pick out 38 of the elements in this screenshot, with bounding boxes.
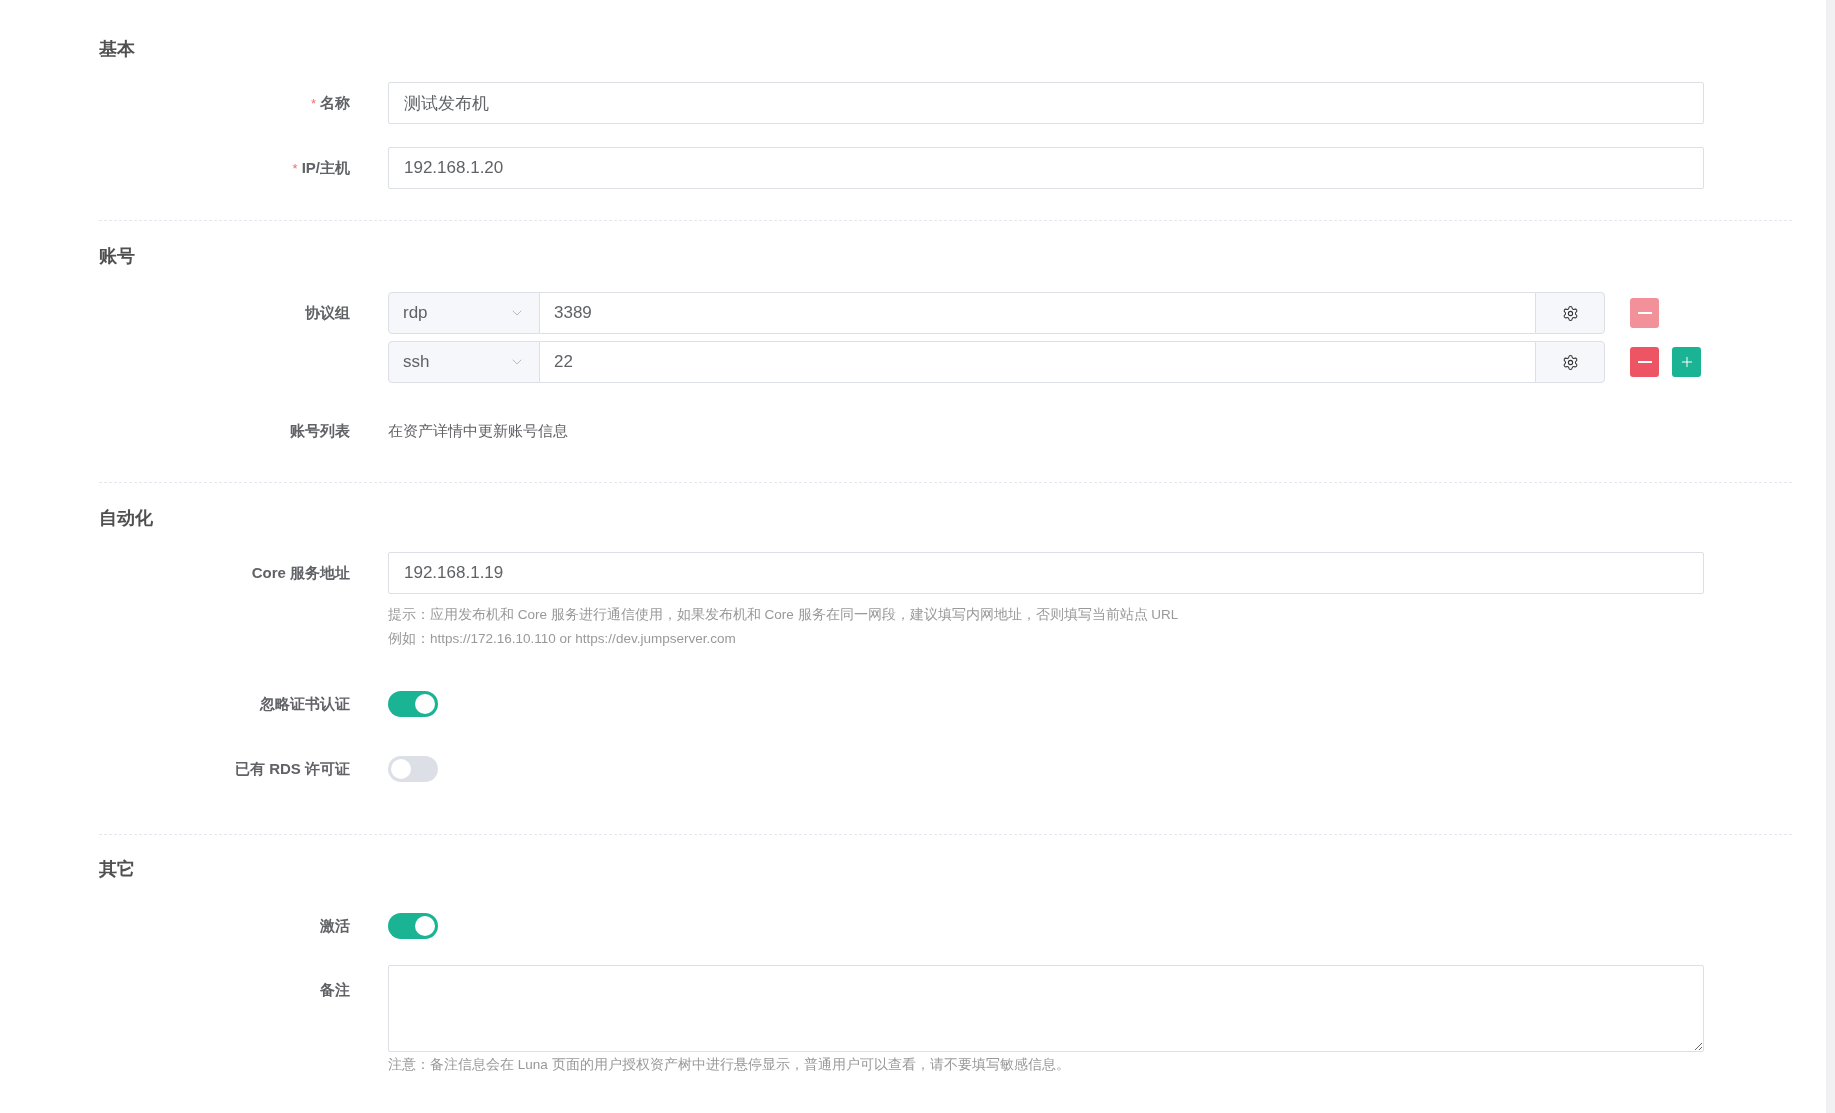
hint-text: 注意：备注信息会在 Luna 页面的用户授权资产树中进行悬停显示，普通用户可以查看，请不要填写敏感信息。 (388, 1056, 1071, 1074)
field-label: Core 服务地址 (251, 562, 350, 583)
toggle-switch[interactable] (388, 913, 438, 939)
toggle-switch[interactable] (388, 756, 438, 782)
field-label: 账号列表 (290, 420, 350, 441)
field-label: IP/主机 (301, 157, 350, 178)
toggle-switch[interactable] (388, 691, 438, 717)
protocol-select[interactable]: ssh (388, 341, 540, 383)
minus-icon (1637, 361, 1652, 363)
text-field[interactable]: 测试发布机 (388, 82, 1704, 124)
settings-button[interactable] (1535, 292, 1605, 334)
settings-button[interactable] (1535, 341, 1605, 383)
port-field[interactable]: 3389 (540, 292, 1535, 334)
remove-button[interactable] (1630, 347, 1659, 377)
settings-icon (1561, 353, 1579, 371)
field-label: 忽略证书认证 (260, 693, 350, 714)
field-label: 激活 (320, 915, 350, 936)
protocol-select[interactable]: rdp (388, 292, 540, 334)
required-mark: * (310, 95, 316, 113)
add-button[interactable] (1672, 347, 1701, 377)
section-title: 账号 (99, 245, 136, 267)
info-text: 在资产详情中更新账号信息 (388, 420, 568, 441)
hint-text: 例如：https://172.16.10.110 or https://dev.jumpserver.com (388, 630, 737, 648)
port-field[interactable]: 22 (540, 341, 1535, 383)
minus-icon (1637, 312, 1652, 314)
settings-icon (1561, 304, 1579, 322)
section-title: 自动化 (99, 507, 154, 529)
required-mark: * (292, 160, 298, 178)
section-title: 基本 (99, 38, 136, 60)
section-title: 其它 (99, 858, 136, 880)
notes-field[interactable] (388, 965, 1704, 1052)
field-label: 备注 (320, 979, 350, 1000)
text-field[interactable]: 192.168.1.19 (388, 552, 1704, 594)
field-label: 已有 RDS 许可证 (235, 758, 350, 779)
text-field[interactable]: 192.168.1.20 (388, 147, 1704, 189)
field-label: 协议组 (305, 302, 350, 323)
field-label: 名称 (320, 92, 350, 113)
hint-text: 提示：应用发布机和 Core 服务进行通信使用，如果发布机和 Core 服务在同一网段，建议填写内网地址，否则填写当前站点 URL (388, 606, 1180, 624)
